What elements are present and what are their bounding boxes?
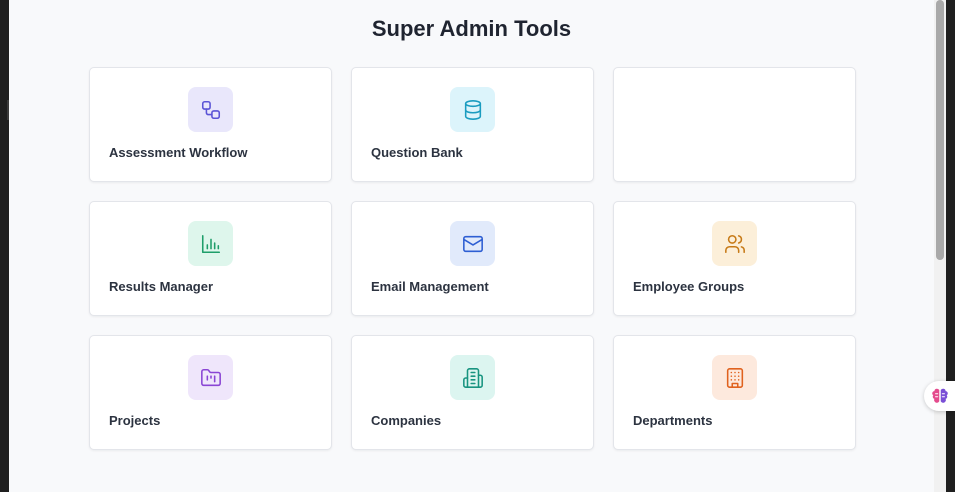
empty-card[interactable] [613, 67, 856, 182]
mail-icon [462, 235, 483, 252]
database-icon [464, 99, 481, 120]
results-manager-label: Results Manager [109, 279, 214, 294]
projects-card[interactable]: Projects [89, 335, 332, 450]
employee-groups-card[interactable]: Employee Groups [613, 201, 856, 316]
users-icon [724, 234, 745, 253]
window-right-edge [946, 0, 955, 492]
assessment-workflow-card[interactable]: Assessment Workflow [89, 67, 332, 182]
departments-card[interactable]: Departments [613, 335, 856, 450]
email-management-icon-box [450, 221, 495, 266]
question-bank-label: Question Bank [371, 145, 463, 160]
assessment-workflow-icon-box [188, 87, 233, 132]
brain-icon [931, 388, 948, 403]
question-bank-card[interactable]: Question Bank [351, 67, 594, 182]
scrollbar-thumb[interactable] [936, 0, 944, 260]
email-management-card[interactable]: Email Management [351, 201, 594, 316]
results-manager-card[interactable]: Results Manager [89, 201, 332, 316]
companies-label: Companies [371, 413, 442, 428]
employee-groups-icon-box [712, 221, 757, 266]
companies-icon-box [450, 355, 495, 400]
assistant-launcher-button[interactable] [924, 381, 955, 411]
office-building-icon [726, 367, 743, 388]
employee-groups-label: Employee Groups [633, 279, 745, 294]
companies-card[interactable]: Companies [351, 335, 594, 450]
building-icon [462, 367, 483, 388]
admin-tools-page: Super Admin Tools Assessment Workflow Qu… [9, 0, 934, 492]
email-management-label: Email Management [371, 279, 489, 294]
projects-label: Projects [109, 413, 161, 428]
tools-grid: Assessment Workflow Question Bank Result… [89, 67, 857, 450]
question-bank-icon-box [450, 87, 495, 132]
window-left-edge [0, 0, 9, 492]
assessment-workflow-label: Assessment Workflow [109, 145, 248, 160]
results-manager-icon-box [188, 221, 233, 266]
departments-icon-box [712, 355, 757, 400]
page-title: Super Admin Tools [371, 16, 572, 41]
departments-label: Departments [633, 413, 713, 428]
page-scrollbar[interactable] [934, 0, 946, 492]
bar-chart-icon [201, 234, 220, 253]
workflow-icon [201, 100, 220, 119]
folder-kanban-icon [200, 368, 221, 386]
projects-icon-box [188, 355, 233, 400]
